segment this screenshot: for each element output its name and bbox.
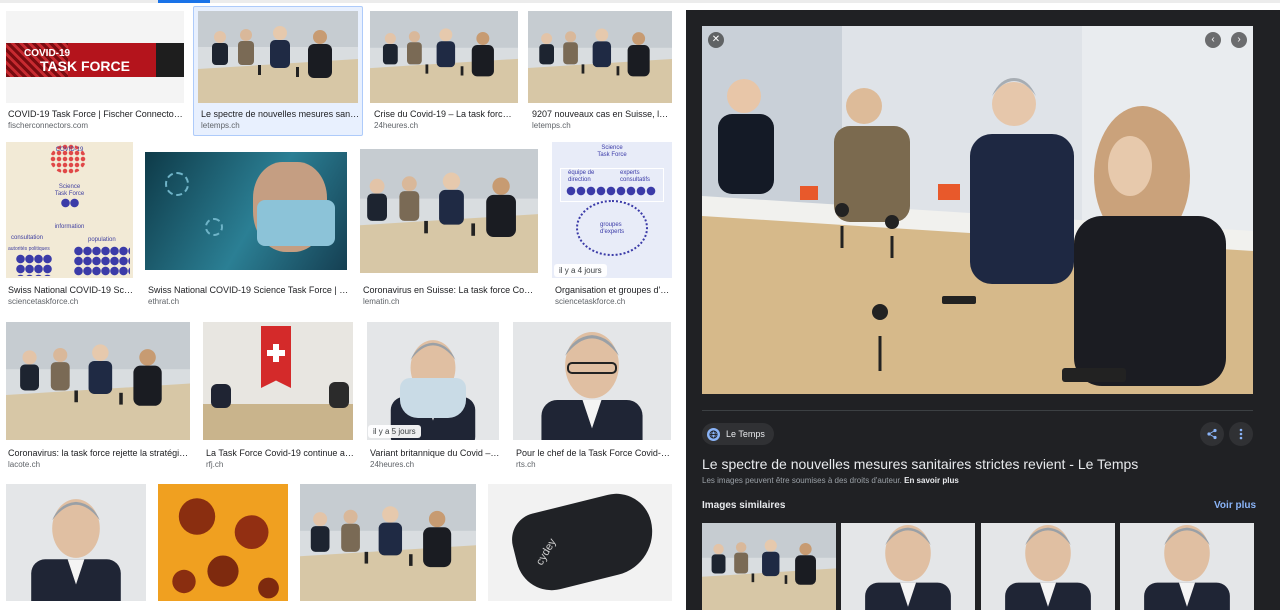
result-source[interactable]: 24heures.ch	[374, 121, 418, 131]
result-tile[interactable]: Pour le chef de la Task Force Covid-19, …	[510, 321, 676, 473]
result-title[interactable]: Coronavirus: la task force rejette la st…	[8, 447, 192, 459]
result-thumbnail[interactable]	[203, 322, 353, 440]
age-badge: il y a 4 jours	[554, 264, 607, 277]
result-thumbnail[interactable]	[158, 484, 288, 601]
source-name: Le Temps	[726, 429, 765, 439]
result-title[interactable]: Le spectre de nouvelles mesures sanita..…	[201, 108, 361, 120]
divider	[702, 410, 1253, 411]
diagram-left-label: consultation	[11, 235, 44, 241]
result-thumbnail[interactable]	[6, 322, 190, 440]
result-tile[interactable]: il y a 5 jours Variant britannique du Co…	[364, 321, 506, 473]
close-icon[interactable]: ✕	[708, 32, 724, 48]
diagram-top-label: Science Task Force	[597, 145, 627, 158]
see-more-link[interactable]: Voir plus	[1214, 500, 1256, 511]
result-thumbnail[interactable]: COVID-19 TASK FORCE	[6, 11, 184, 103]
result-title[interactable]: Pour le chef de la Task Force Covid-19, …	[516, 447, 672, 459]
result-thumbnail[interactable]	[145, 152, 347, 270]
similar-image[interactable]	[702, 523, 836, 610]
diagram-right-label: experts consultatifs	[620, 170, 651, 183]
result-title[interactable]: Organisation et groupes d'ex...	[555, 284, 673, 296]
result-title[interactable]: Coronavirus en Suisse: La task force Cov…	[363, 284, 537, 296]
preview-title[interactable]: Le spectre de nouvelles mesures sanitair…	[702, 456, 1138, 472]
result-source[interactable]: 24heures.ch	[370, 460, 414, 470]
result-tile[interactable]	[156, 483, 292, 610]
result-thumbnail[interactable]: cydey	[488, 484, 672, 601]
result-source[interactable]: rfj.ch	[206, 460, 223, 470]
diagram-bottom-label: autorités politiques	[8, 246, 50, 252]
diagram-top-label: COVID-19	[55, 147, 84, 153]
result-thumbnail[interactable]	[528, 11, 672, 103]
share-icon[interactable]	[1200, 422, 1224, 446]
diagram-right-label: population	[88, 237, 116, 243]
result-tile[interactable]: Coronavirus en Suisse: La task force Cov…	[358, 148, 542, 311]
similar-images-heading: Images similaires	[702, 500, 786, 511]
more-vert-icon[interactable]	[1229, 422, 1253, 446]
result-tile[interactable]: Swiss National COVID-19 Science Task For…	[144, 151, 354, 311]
result-tile[interactable]: Science Task Force équipe de direction e…	[548, 141, 676, 311]
result-title[interactable]: Crise du Covid-19 – La task force p...	[374, 108, 514, 120]
chevron-right-icon[interactable]: ›	[1231, 32, 1247, 48]
result-source[interactable]: lematin.ch	[363, 297, 399, 307]
copyright-text: Les images peuvent être soumises à des d…	[702, 476, 902, 485]
learn-more-link[interactable]: En savoir plus	[904, 476, 959, 485]
result-title[interactable]: COVID-19 Task Force | Fischer Connectors…	[8, 108, 184, 120]
age-badge: il y a 5 jours	[368, 425, 421, 438]
result-tile[interactable]: COVID-19 Science Task Force information …	[4, 141, 140, 311]
result-source[interactable]: rts.ch	[516, 460, 536, 470]
result-title[interactable]: Swiss National COVID-19 Science Task For…	[148, 284, 350, 296]
result-tile-selected[interactable]: Le spectre de nouvelles mesures sanita..…	[193, 6, 363, 136]
result-thumbnail[interactable]	[370, 11, 518, 103]
globe-icon	[707, 427, 720, 441]
similar-image[interactable]	[981, 523, 1115, 610]
diagram-info-label: information	[54, 224, 85, 230]
result-thumbnail[interactable]	[360, 149, 538, 273]
result-thumbnail[interactable]	[513, 322, 671, 440]
preview-image[interactable]	[702, 26, 1253, 394]
result-tile[interactable]: cydey	[486, 483, 676, 610]
result-title[interactable]: Swiss National COVID-19 Scie...	[8, 284, 134, 296]
result-source[interactable]: sciencetaskforce.ch	[8, 297, 78, 307]
mask-shape	[506, 486, 662, 598]
result-thumbnail[interactable]: Science Task Force équipe de direction e…	[552, 142, 672, 278]
diagram-left-label: équipe de direction	[568, 170, 595, 183]
result-thumbnail[interactable]	[6, 484, 146, 601]
result-source[interactable]: lacote.ch	[8, 460, 40, 470]
result-tile[interactable]	[298, 483, 480, 610]
result-thumbnail[interactable]	[367, 322, 499, 440]
result-thumbnail[interactable]	[198, 11, 358, 103]
result-source[interactable]: letemps.ch	[532, 121, 571, 131]
result-tile[interactable]: 9207 nouveaux cas en Suisse, la ca... le…	[526, 7, 676, 132]
image-preview-panel: ✕ ‹ › Le Temps Le spectre de nouvelles m…	[686, 10, 1280, 610]
result-thumbnail[interactable]	[300, 484, 476, 601]
similar-image[interactable]	[1120, 523, 1254, 610]
result-tile[interactable]	[4, 483, 150, 610]
result-source[interactable]: sciencetaskforce.ch	[555, 297, 625, 307]
chevron-left-icon[interactable]: ‹	[1205, 32, 1221, 48]
result-title[interactable]: 9207 nouveaux cas en Suisse, la ca...	[532, 108, 672, 120]
banner-line2: TASK FORCE	[40, 58, 130, 74]
source-chip[interactable]: Le Temps	[702, 423, 774, 445]
result-tile[interactable]: La Task Force Covid-19 continue ave... r…	[200, 321, 360, 473]
result-source[interactable]: ethrat.ch	[148, 297, 179, 307]
result-thumbnail[interactable]: COVID-19 Science Task Force information …	[6, 142, 133, 278]
result-tile[interactable]: COVID-19 TASK FORCE COVID-19 Task Force …	[4, 7, 186, 132]
copyright-notice: Les images peuvent être soumises à des d…	[702, 476, 959, 485]
result-title[interactable]: La Task Force Covid-19 continue ave...	[206, 447, 354, 459]
result-source[interactable]: letemps.ch	[201, 121, 240, 131]
result-source[interactable]: fischerconnectors.com	[8, 121, 88, 131]
image-results-grid: COVID-19 TASK FORCE COVID-19 Task Force …	[0, 3, 683, 610]
result-title[interactable]: Variant britannique du Covid – L...	[370, 447, 500, 459]
diagram-sub-label: Science Task Force	[54, 184, 85, 197]
result-tile[interactable]: Crise du Covid-19 – La task force p... 2…	[368, 7, 520, 132]
similar-image[interactable]	[841, 523, 975, 610]
result-tile[interactable]: Coronavirus: la task force rejette la st…	[4, 321, 196, 473]
